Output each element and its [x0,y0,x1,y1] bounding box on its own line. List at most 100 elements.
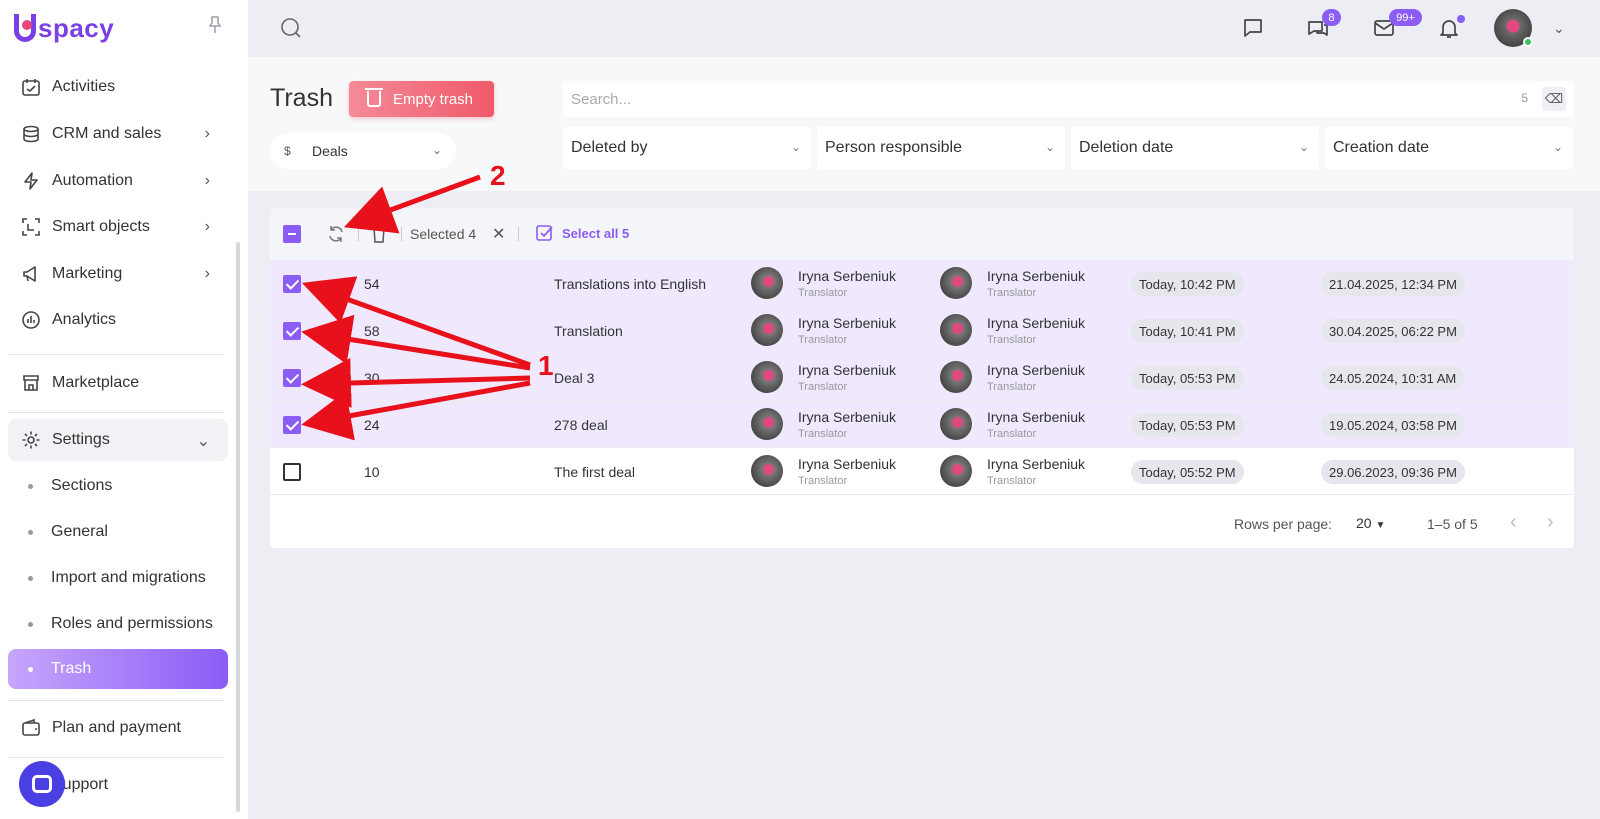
divider [8,700,224,701]
prev-page-icon[interactable]: ‹ [1510,511,1517,534]
filter-person-responsible[interactable]: Person responsible ⌄ [817,127,1065,169]
sidebar-item-label: Sections [51,477,113,494]
restore-icon[interactable] [326,224,346,249]
deletion-date: Today, 05:53 PM [1131,413,1244,437]
eraser-icon[interactable]: ⌫ [1542,87,1566,111]
next-page-icon[interactable]: › [1547,511,1554,534]
divider [401,227,402,241]
chevron-right-icon: › [204,125,210,142]
filter-label: Person responsible [825,139,962,156]
creation-date: 24.05.2024, 10:31 AM [1321,366,1465,390]
sidebar-item-analytics[interactable]: Analytics [8,299,228,341]
select-all-link[interactable]: Select all 5 [562,226,629,241]
sidebar-subitem-sections[interactable]: Sections [8,466,228,506]
row-checkbox[interactable] [283,369,301,387]
search-input[interactable]: Search... 5 ⌫ [563,81,1574,117]
chevron-right-icon: › [204,172,210,189]
empty-trash-button[interactable]: Empty trash [349,81,494,117]
delete-icon[interactable] [370,224,388,249]
uspacy-logo[interactable]: spacy [14,10,114,46]
sidebar-item-automation[interactable]: Automation › [8,160,228,202]
deleted-by-role: Translator [798,428,848,440]
row-checkbox[interactable] [283,275,301,293]
deleted-by-name: Iryna Serbeniuk [798,315,897,331]
deal-name[interactable]: The first deal [554,464,635,480]
bullet-icon [28,575,33,581]
header-panel [248,57,1600,191]
wallet-icon [20,717,42,739]
sidebar-subitem-trash[interactable]: Trash [8,649,228,689]
sidebar-item-label: Roles and permissions [51,615,213,632]
smart-object-icon [20,216,42,238]
sidebar-item-label: Automation [52,172,133,189]
coins-icon [20,123,42,145]
deleted-by-role: Translator [798,475,848,487]
select-all-checkbox[interactable] [283,225,301,243]
chevron-down-icon: ⌄ [196,433,210,450]
sidebar-item-marketing[interactable]: Marketing › [8,253,228,295]
sidebar-subitem-general[interactable]: General [8,512,228,552]
deleted-by-name: Iryna Serbeniuk [798,268,897,284]
sidebar: spacy Activities CRM and sales › Automat… [0,0,248,819]
sidebar-item-marketplace[interactable]: Marketplace [8,362,228,404]
sidebar-subitem-import[interactable]: Import and migrations [8,558,228,598]
sidebar-item-label: Smart objects [52,218,150,235]
sidebar-item-label: Marketing [52,265,123,282]
check-square-icon [536,224,554,247]
sidebar-item-activities[interactable]: Activities [8,66,228,108]
responsible-role: Translator [987,287,1037,299]
bullet-icon [28,483,33,489]
search-icon[interactable] [280,17,302,39]
deal-name[interactable]: Translation [554,323,623,339]
creation-date: 29.06.2023, 09:36 PM [1321,460,1465,484]
deal-name[interactable]: Translations into English [554,276,706,292]
filter-deletion-date[interactable]: Deletion date ⌄ [1071,127,1319,169]
deals-icon: $ [284,144,291,158]
entity-select-value: Deals [312,143,348,159]
sidebar-item-crm[interactable]: CRM and sales › [8,113,228,155]
row-checkbox[interactable] [283,463,301,481]
chevron-down-icon: ⌄ [1552,140,1563,154]
selected-count: Selected 4 [410,226,477,242]
sidebar-item-settings[interactable]: Settings ⌄ [8,419,228,461]
responsible-name: Iryna Serbeniuk [987,268,1086,284]
sidebar-item-smart-objects[interactable]: Smart objects › [8,206,228,248]
rows-per-page-select[interactable]: 20 ▼ [1356,515,1385,531]
responsible-role: Translator [987,381,1037,393]
avatar [940,314,972,346]
mail-badge: 99+ [1389,9,1422,26]
row-checkbox[interactable] [283,322,301,340]
megaphone-icon [20,263,42,285]
sidebar-item-label: Analytics [52,311,117,328]
store-icon [20,372,42,394]
rows-per-page-label: Rows per page: [1234,516,1333,532]
row-checkbox[interactable] [283,416,301,434]
clear-selection-icon[interactable]: ✕ [492,224,505,244]
sidebar-item-label: Settings [52,431,110,448]
deletion-date: Today, 05:53 PM [1131,366,1244,390]
message-icon[interactable] [1241,16,1265,40]
sidebar-item-label: General [51,523,108,540]
deleted-by-name: Iryna Serbeniuk [798,409,897,425]
sidebar-item-plan[interactable]: Plan and payment [8,707,228,749]
entity-select[interactable]: $ Deals ⌄ [270,133,456,169]
lightning-icon [20,170,42,192]
deal-name[interactable]: Deal 3 [554,370,594,386]
filter-deleted-by[interactable]: Deleted by ⌄ [563,127,811,169]
responsible-role: Translator [987,428,1037,440]
deal-id: 10 [364,464,380,480]
bullet-icon [28,621,33,627]
deal-id: 58 [364,323,380,339]
pin-icon[interactable] [208,16,222,34]
chevron-down-icon[interactable]: ⌄ [1553,20,1565,37]
pagination-range: 1–5 of 5 [1427,516,1478,532]
sidebar-subitem-roles[interactable]: Roles and permissions [8,604,228,644]
deleted-by-name: Iryna Serbeniuk [798,456,897,472]
sidebar-scrollbar[interactable] [236,242,240,812]
live-chat-button[interactable] [19,761,65,807]
deal-name[interactable]: 278 deal [554,417,608,433]
search-placeholder: Search... [571,90,632,108]
responsible-name: Iryna Serbeniuk [987,315,1086,331]
filter-creation-date[interactable]: Creation date ⌄ [1325,127,1573,169]
chats-badge: 8 [1322,9,1341,26]
